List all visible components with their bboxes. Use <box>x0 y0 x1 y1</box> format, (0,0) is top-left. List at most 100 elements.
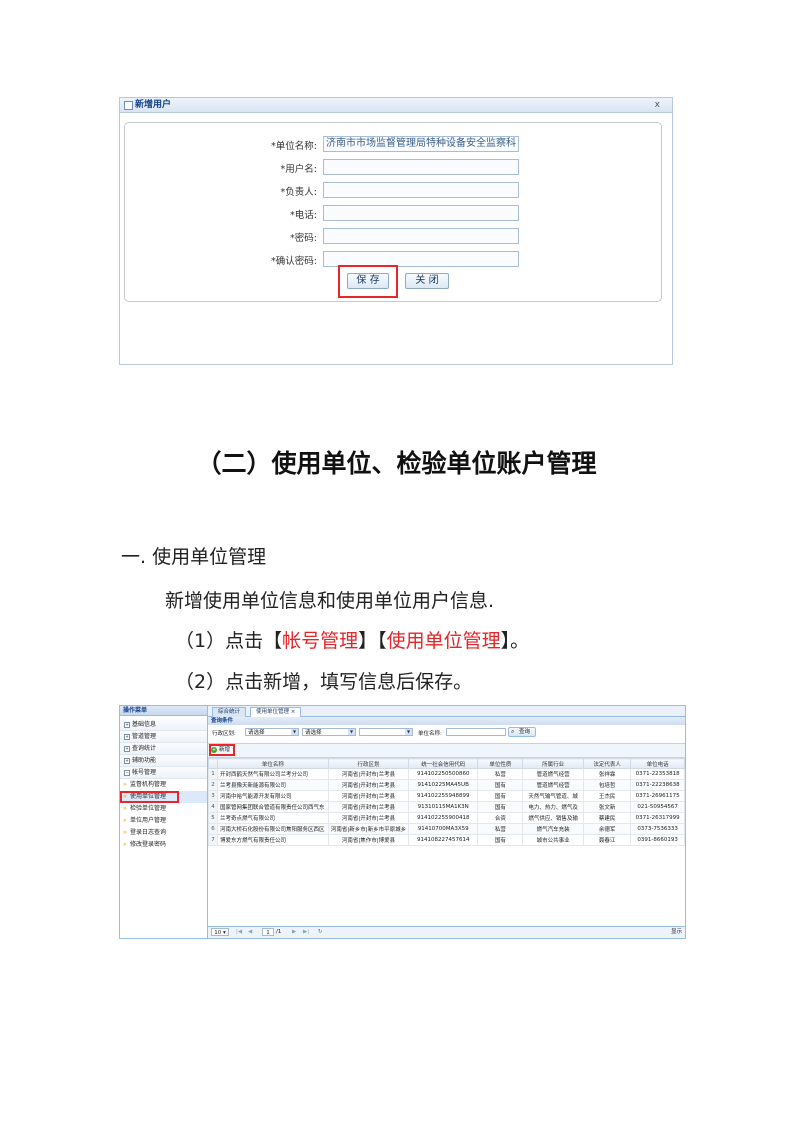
menu-account[interactable]: − 帐号管理 <box>120 767 207 779</box>
submenu-inspection-unit[interactable]: » 检验单位管理 <box>120 803 207 815</box>
add-highlight-box <box>209 744 235 756</box>
close-button[interactable]: 关 闭 <box>405 273 449 289</box>
city-select[interactable]: 请选择 ▼ <box>302 728 356 736</box>
prev-page-icon[interactable]: ◀ <box>248 928 252 936</box>
account-management-link: 帐号管理 <box>282 630 359 652</box>
side-menu-title: 操作菜单 <box>120 706 207 716</box>
unit-name-filter-input[interactable] <box>446 728 506 736</box>
submenu-unit-users[interactable]: » 单位用户管理 <box>120 815 207 827</box>
section-heading: （二）使用单位、检验单位账户管理 <box>196 449 597 478</box>
display-info: 显示 <box>670 929 682 935</box>
submenu-change-password[interactable]: » 修改登录密码 <box>120 839 207 851</box>
cell: 开封西鹤天然气有限公司兰考分公司 <box>216 768 329 780</box>
first-page-icon[interactable]: |◀ <box>236 928 242 936</box>
cell: 国有 <box>477 834 524 846</box>
cell: 余德军 <box>582 823 632 835</box>
main-panel: 综合统计 使用单位管理 × 查询条件 行政区划: 请选择 ▼ 请选择 ▼ ▼ 单位名… <box>208 706 685 938</box>
submenu-login-log[interactable]: » 登录日志查询 <box>120 827 207 839</box>
password-input[interactable] <box>323 228 519 244</box>
chevron-down-icon: ▼ <box>348 729 355 735</box>
submenu-label: 修改登录密码 <box>130 841 167 848</box>
column-header[interactable]: 法定代表人 <box>582 758 632 769</box>
cell: 博爱东方燃气有限责任公司 <box>216 834 329 846</box>
cell: 私营 <box>477 823 524 835</box>
unit-name-input[interactable]: 济南市市场监督管理局特种设备安全监察科 <box>323 136 519 152</box>
tab-overall-stats[interactable]: 综合统计 <box>212 707 247 717</box>
phone-label: *电话: <box>290 210 317 221</box>
confirm-password-label: *确认密码: <box>271 256 317 267</box>
menu-aux[interactable]: + 辅助功能 <box>120 755 207 767</box>
table-row[interactable]: 3 河南中裕气能源开发有限公司 河南省|开封市|兰考县 914102255948899… <box>208 790 685 802</box>
page-size-select[interactable]: 10 ▾ <box>211 928 229 936</box>
cell: 河南省|开封市|兰考县 <box>327 801 410 813</box>
submenu-label: 监督机构管理 <box>130 781 167 788</box>
save-highlight-box <box>338 265 398 298</box>
menu-pipeline[interactable]: + 管道管理 <box>120 731 207 743</box>
query-panel-title: 查询条件 <box>208 717 685 725</box>
cell: 河南省|新乡市|新乡市平原城乡 <box>327 823 410 835</box>
province-select[interactable]: 请选择 ▼ <box>245 728 299 736</box>
expand-icon: + <box>124 758 130 764</box>
user-unit-management-link: 使用单位管理 <box>386 630 501 652</box>
page-number-input[interactable]: 1 <box>262 928 274 936</box>
cell: 河南省|焦作市|博爱县 <box>327 834 410 846</box>
cell: 国有 <box>477 790 524 802</box>
intro-paragraph: 新增使用单位信息和使用单位用户信息. <box>165 590 495 612</box>
column-header[interactable]: 所属行业 <box>522 758 584 769</box>
menu-label: 查询统计 <box>132 745 157 752</box>
manager-input[interactable] <box>323 182 519 198</box>
submenu-user-unit[interactable]: » 使用单位管理 <box>120 791 207 803</box>
cell: 兰考县豫天新能源有限公司 <box>216 779 329 791</box>
unit-name-label: *单位名称: <box>271 141 317 152</box>
arrow-icon: » <box>123 829 127 836</box>
phone-input[interactable] <box>323 205 519 221</box>
cell: 国家管网集团联合管道有限责任公司西气东 <box>216 801 329 813</box>
column-header[interactable]: 统一社会信用代码 <box>408 758 479 769</box>
query-button[interactable]: ⌕ 查询 <box>508 727 536 737</box>
subsection-title: 一. 使用单位管理 <box>121 546 267 568</box>
menu-query-stats[interactable]: + 查询统计 <box>120 743 207 755</box>
table-header: 单位名称 行政区划 统一社会信用代码 单位性质 所属行业 法定代表人 单位电话 <box>208 758 685 769</box>
table-row[interactable]: 7 博爱东方燃气有限责任公司 河南省|焦作市|博爱县 914108227457614 国… <box>208 834 685 846</box>
cell: 国有 <box>477 779 524 791</box>
cell: 河南省|开封市|兰考县 <box>327 790 410 802</box>
cell: 0371-22353818 <box>630 768 685 780</box>
password-label: *密码: <box>290 233 317 244</box>
tab-user-unit-management[interactable]: 使用单位管理 × <box>250 707 302 717</box>
username-input[interactable] <box>323 159 519 175</box>
cell: 0371-26317999 <box>630 812 685 824</box>
menu-basic-info[interactable]: + 基础信息 <box>120 719 207 731</box>
step-1-prefix: （1）点击【 <box>175 630 283 652</box>
column-header[interactable]: 单位名称 <box>216 758 329 769</box>
cell: 燃气汽车充装 <box>522 823 584 835</box>
grid-toolbar: + 新增 <box>208 743 685 758</box>
refresh-icon[interactable]: ↻ <box>318 928 323 936</box>
table-row[interactable]: 1 开封西鹤天然气有限公司兰考分公司 河南省|开封市|兰考县 914102250500… <box>208 768 685 780</box>
table-row[interactable]: 4 国家管网集团联合管道有限责任公司西气东 河南省|开封市|兰考县 91310115M… <box>208 801 685 813</box>
cell: 7 <box>208 834 218 846</box>
cell: 5 <box>208 812 218 824</box>
next-page-icon[interactable]: ▶ <box>292 928 296 936</box>
cell: 王杰民 <box>582 790 632 802</box>
cell: 0373-7536333 <box>630 823 685 835</box>
last-page-icon[interactable]: ▶| <box>303 928 309 936</box>
cell: 021-50954567 <box>630 801 685 813</box>
cell: 电力、热力、燃气及 <box>522 801 584 813</box>
cell: 包培哲 <box>582 779 632 791</box>
cell: 城市公共事业 <box>522 834 584 846</box>
submenu-supervision[interactable]: » 监督机构管理 <box>120 779 207 791</box>
arrow-icon: » <box>123 841 127 848</box>
table-row[interactable]: 5 兰考奇点燃气有限公司 河南省|开封市|兰考县 914102255900418 合资燃… <box>208 812 685 824</box>
expand-icon: + <box>124 722 130 728</box>
cell: 0371-26961175 <box>630 790 685 802</box>
cell: 河南大桥石化股份有限公司焦阳服务区西区 <box>216 823 329 835</box>
column-header[interactable]: 单位性质 <box>477 758 524 769</box>
table-row[interactable]: 6 河南大桥石化股份有限公司焦阳服务区西区 河南省|新乡市|新乡市平原城乡 91410… <box>208 823 685 835</box>
cell: 张文新 <box>582 801 632 813</box>
county-select[interactable]: ▼ <box>359 728 413 736</box>
table-row[interactable]: 2 兰考县豫天新能源有限公司 河南省|开封市|兰考县 91410225MA45UB 国有… <box>208 779 685 791</box>
column-header[interactable]: 单位电话 <box>630 758 685 769</box>
close-icon[interactable]: x <box>655 98 660 112</box>
column-header[interactable]: 行政区划 <box>327 758 410 769</box>
username-row: *用户名: <box>125 159 661 177</box>
